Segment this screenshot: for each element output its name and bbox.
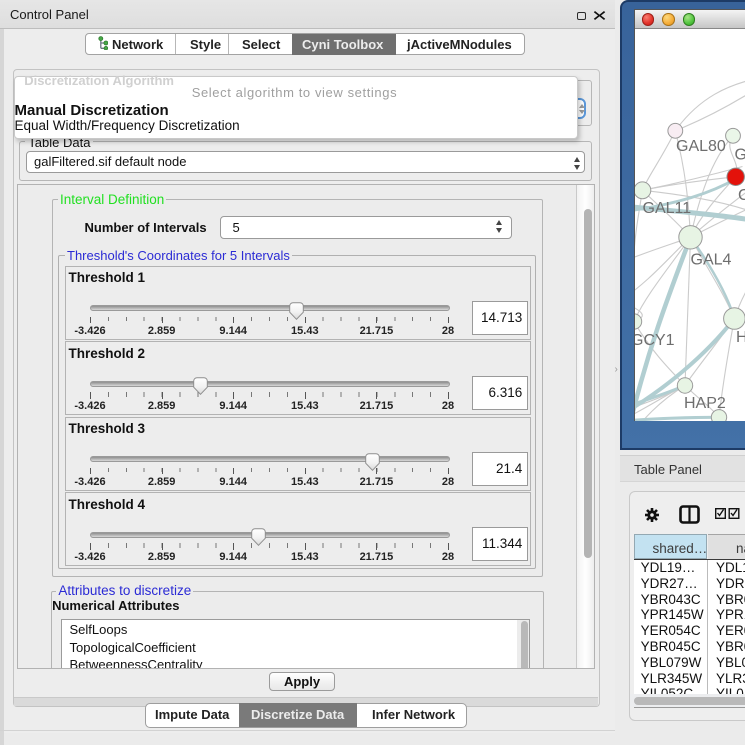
svg-text:GAL4: GAL4 [690, 251, 731, 268]
svg-text:GAL11: GAL11 [642, 200, 691, 217]
svg-text:GA: GA [734, 146, 745, 163]
svg-text:C: C [738, 187, 745, 204]
svg-text:H: H [736, 329, 745, 346]
svg-text:HAP2: HAP2 [684, 395, 726, 412]
svg-text:GCY1: GCY1 [635, 332, 675, 349]
svg-text:GAL80: GAL80 [676, 138, 726, 155]
